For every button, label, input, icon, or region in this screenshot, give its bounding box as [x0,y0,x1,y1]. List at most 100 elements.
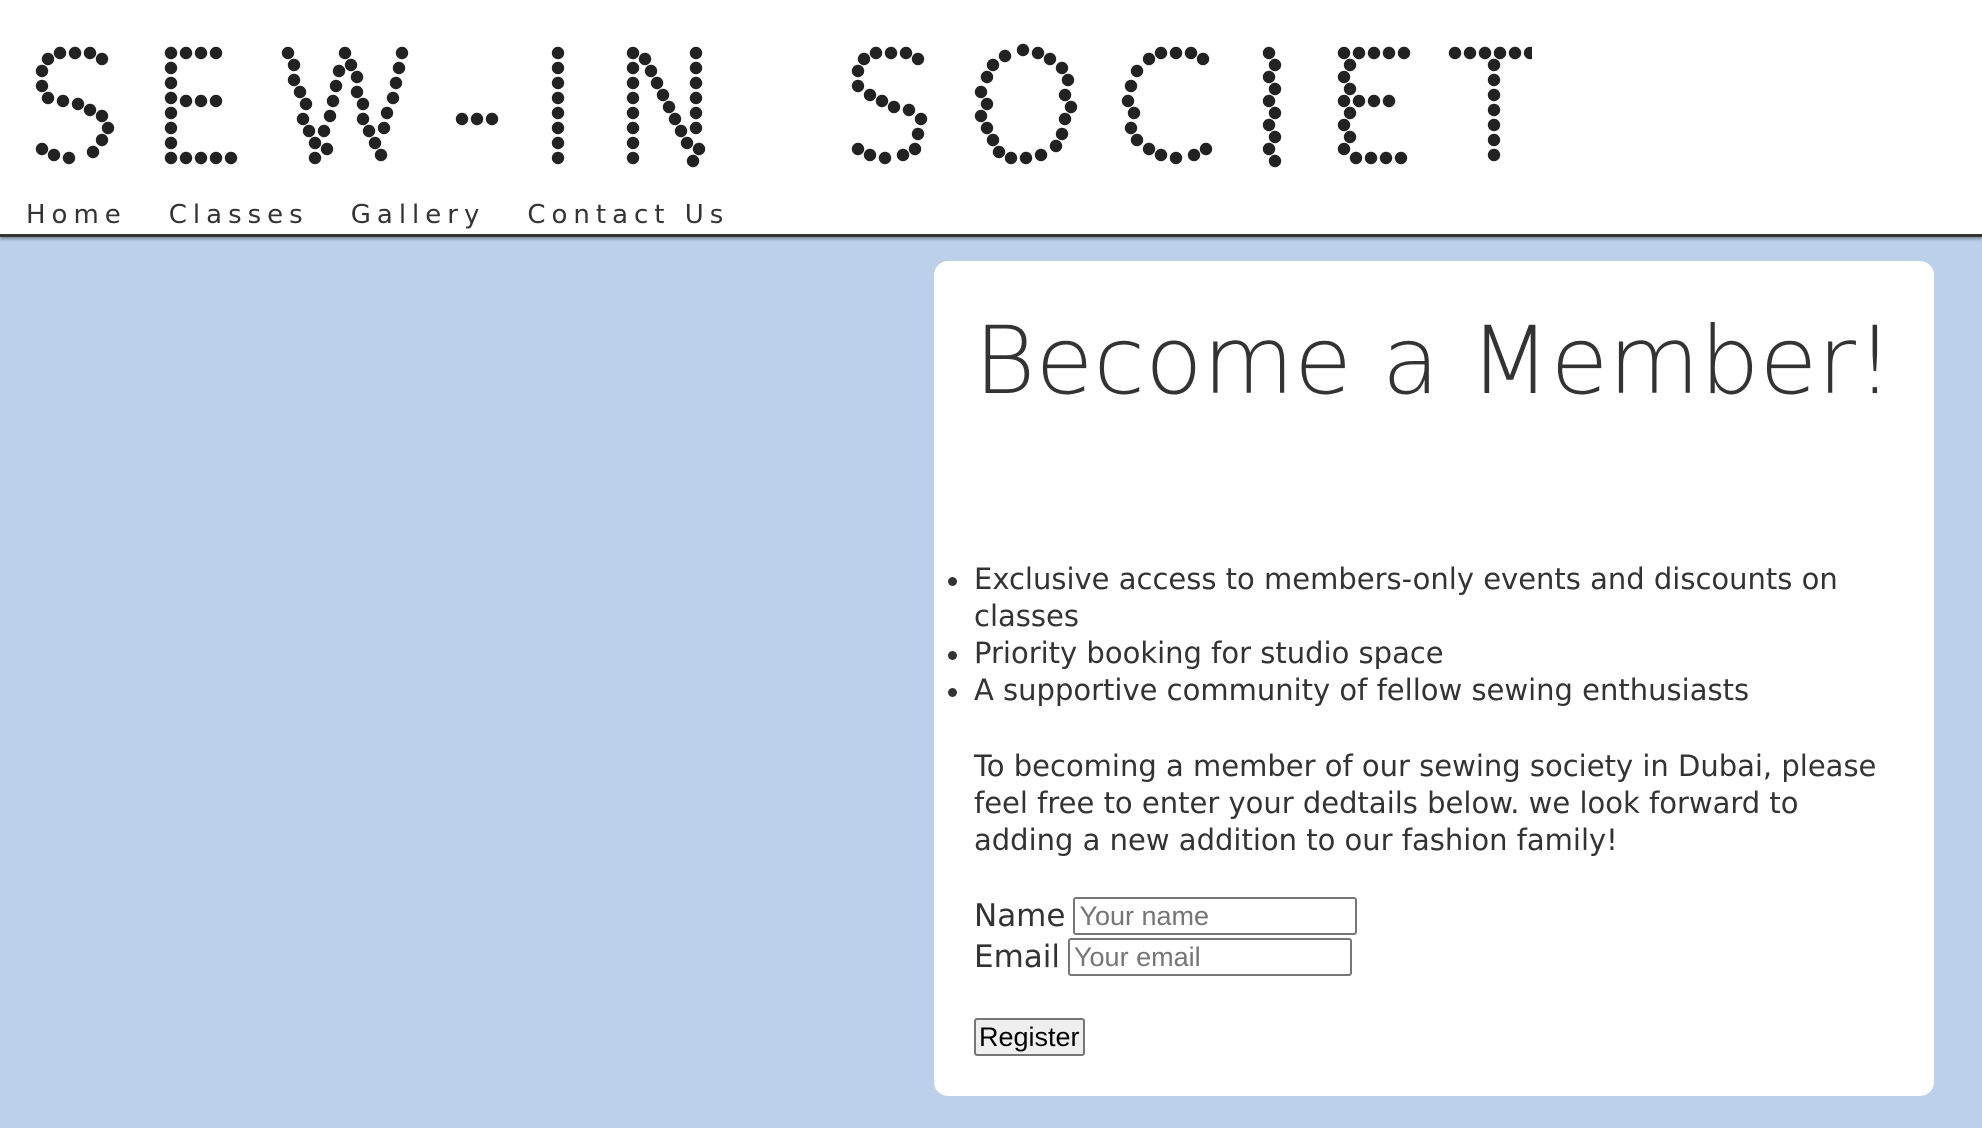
stitch-dot [164,151,178,165]
stitch-dot [668,112,682,126]
stitch-dot [689,76,703,90]
stitch-dot [179,151,193,165]
stitch-dot [47,148,61,162]
stitch-dot [1169,151,1183,165]
stitch-dot [299,97,313,111]
nav-item-classes[interactable]: Classes [169,200,309,230]
stitch-dot [1337,70,1351,84]
stitch-dot [1268,154,1282,168]
email-input[interactable] [1068,938,1353,976]
stitch-dot [362,124,376,138]
stitch-dot [1487,118,1501,132]
stitch-dot [1262,94,1276,108]
stitch-dot [884,46,898,60]
stitch-dot [980,97,994,111]
stitch-dot [551,151,565,165]
stitch-dot [287,58,301,72]
stitch-dot [878,151,892,165]
stitch-dot [1382,46,1396,60]
stitch-dot [308,136,322,150]
stitch-dot [164,106,178,120]
stitch-dot [1154,46,1168,60]
nav-item-contact-us[interactable]: Contact Us [527,200,729,230]
stitch-dot [551,106,565,120]
stitch-dot [662,100,676,114]
nav-item-home[interactable]: Home [26,200,127,230]
stitch-dot [326,94,340,108]
benefits-list: Exclusive access to members-only events … [948,561,1894,709]
stitch-dot [551,61,565,75]
stitch-dot [851,142,865,156]
stitch-dot [380,106,394,120]
name-input[interactable] [1073,897,1358,935]
register-button[interactable]: Register [974,1018,1085,1056]
stitch-dot [689,91,703,105]
stitch-dot [626,61,640,75]
stitch-dot [308,151,322,165]
stitch-dot [1004,151,1018,165]
stitch-dot [317,124,331,138]
stitch-dot [164,91,178,105]
stitch-dot [644,64,658,78]
stitch-dot [1142,52,1156,66]
stitch-dot [1055,61,1069,75]
stitch-dot [1199,142,1213,156]
stitch-dot [356,97,370,111]
stitch-dot [350,85,364,99]
email-label: Email [974,939,1061,975]
stitch-dot [1364,151,1378,165]
stitch-dot [914,112,928,126]
stitch-dot [974,109,988,123]
stitch-dot [395,46,409,60]
stitch-dot [41,52,55,66]
stitch-dot [626,46,640,60]
membership-card: Become a Member! Exclusive access to mem… [934,261,1934,1096]
stitch-dot [209,46,223,60]
stitch-dot [1343,58,1357,72]
stitch-dot [356,112,370,126]
stitch-dot [1130,64,1144,78]
stitch-dot [626,151,640,165]
stitch-dot [863,88,877,102]
stitch-dot [911,127,925,141]
stitch-dot [626,121,640,135]
site-logo[interactable]: SEW-IN SOCIETY [22,12,1532,172]
stitch-dot [485,112,499,126]
stitch-dot [1337,142,1351,156]
stitch-dot [686,154,700,168]
stitch-dot [1352,46,1366,60]
stitch-dot [1031,46,1045,60]
nav-item-gallery[interactable]: Gallery [351,200,486,230]
stitch-dot [689,46,703,60]
stitch-dot [626,76,640,90]
stitch-dot [1262,70,1276,84]
stitch-dot [281,46,295,60]
stitch-dot [908,142,922,156]
stitch-dot [1043,52,1057,66]
stitch-dot [95,52,109,66]
stitch-dot [1487,133,1501,147]
stitch-dot [851,64,865,78]
stitch-dot [986,58,1000,72]
stitch-dot [1124,79,1138,93]
stitch-dot [71,97,85,111]
email-row: Email [974,938,1353,976]
stitch-dot [302,124,316,138]
stitch-dot [194,151,208,165]
stitch-dot [83,46,97,60]
stitch-dot [41,91,55,105]
membership-title: Become a Member! [974,307,1894,416]
stitch-dot [1379,151,1393,165]
stitch-dot [374,148,388,162]
stitch-dot [35,79,49,93]
stitch-dot [209,94,223,108]
stitch-dot [1487,88,1501,102]
stitch-dot [1487,148,1501,162]
stitch-dot [332,64,346,78]
stitch-dot [1268,106,1282,120]
stitch-dot [287,73,301,87]
stitch-dot [1337,46,1351,60]
stitch-dot [902,103,916,117]
stitch-dot [1487,58,1501,72]
stitch-dot [1337,118,1351,132]
